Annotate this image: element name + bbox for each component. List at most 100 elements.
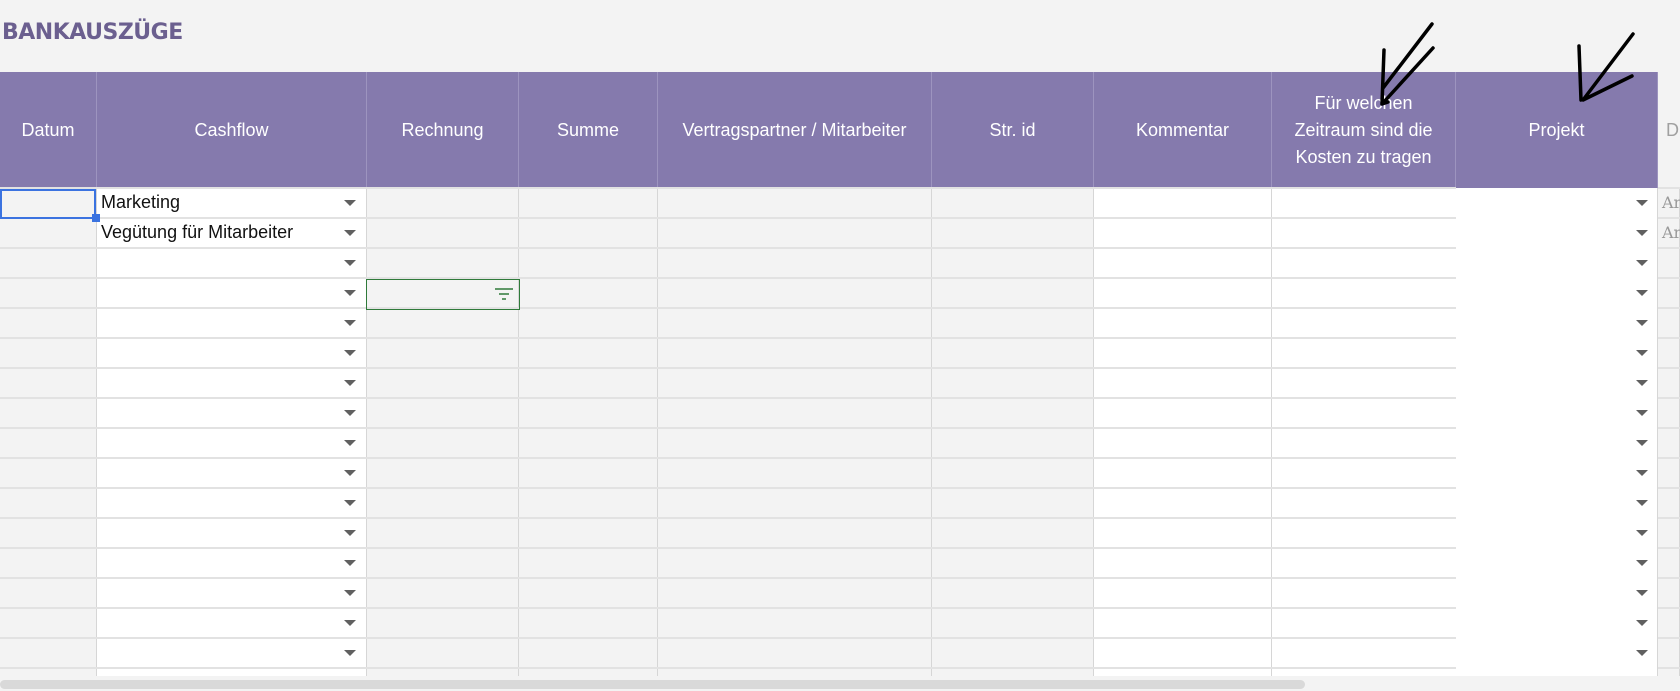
column-header-label: D [1666,119,1679,140]
row-divider [0,337,1456,339]
row-divider [0,397,1456,399]
column-header-label: Für welchen Zeitraum sind die Kosten zu … [1294,92,1433,167]
next-column-cell[interactable]: Ar [1662,223,1680,242]
row-divider [1658,517,1680,519]
column-header-label: Rechnung [401,119,484,140]
row-divider [0,607,1456,609]
chevron-down-icon[interactable] [344,560,356,566]
chevron-down-icon[interactable] [344,500,356,506]
chevron-down-icon[interactable] [344,440,356,446]
column-header-str-id[interactable]: Str. id [932,72,1094,188]
row-divider [1658,217,1680,219]
active-cell-selection[interactable] [0,189,96,219]
filter-icon[interactable] [494,287,514,301]
chevron-down-icon[interactable] [344,290,356,296]
chevron-down-icon[interactable] [344,200,356,206]
row-divider [0,367,1456,369]
cashflow-cell[interactable]: Vegütung für Mitarbeiter [101,222,293,243]
row-divider [1658,247,1680,249]
row-divider [1658,277,1680,279]
column-body-summe[interactable] [519,188,658,676]
column-header-label: Datum [21,119,75,140]
chevron-down-icon[interactable] [1636,530,1648,536]
row-divider [0,547,1456,549]
row-divider [0,517,1456,519]
row-divider [1658,397,1680,399]
column-header-rechnung[interactable]: Rechnung [367,72,519,188]
chevron-down-icon[interactable] [344,350,356,356]
chevron-down-icon[interactable] [344,380,356,386]
column-body-vertragspartner[interactable] [658,188,932,676]
spreadsheet-grid[interactable]: Datum Cashflow Rechnung Summe Vertragspartne… [0,72,1680,676]
column-header-summe[interactable]: Summe [519,72,658,188]
row-divider [1658,367,1680,369]
row-divider [0,577,1456,579]
chevron-down-icon[interactable] [1636,260,1648,266]
chevron-down-icon[interactable] [344,650,356,656]
column-body-kommentar[interactable] [1094,188,1272,676]
chevron-down-icon[interactable] [1636,350,1648,356]
row-divider [1658,607,1680,609]
row-divider [1658,307,1680,309]
column-header-vertragspartner[interactable]: Vertragspartner / Mitarbeiter [658,72,932,188]
column-body-datum[interactable] [0,188,97,676]
chevron-down-icon[interactable] [1636,590,1648,596]
column-body-rechnung[interactable] [367,188,519,676]
column-header-label: Vertragspartner / Mitarbeiter [682,119,907,140]
chevron-down-icon[interactable] [344,260,356,266]
column-header-cashflow[interactable]: Cashflow [97,72,367,188]
column-body-cashflow[interactable] [97,188,367,676]
row-divider [0,307,1456,309]
column-body-projekt[interactable] [1456,188,1658,676]
chevron-down-icon[interactable] [1636,650,1648,656]
column-header-kommentar[interactable]: Kommentar [1094,72,1272,188]
chevron-down-icon[interactable] [1636,560,1648,566]
row-divider [1658,547,1680,549]
chevron-down-icon[interactable] [1636,230,1648,236]
row-divider [0,277,1456,279]
column-body-zeitraum[interactable] [1272,188,1456,676]
row-divider [0,247,1456,249]
row-divider [1658,667,1680,669]
chevron-down-icon[interactable] [344,620,356,626]
column-header-zeitraum[interactable]: Für welchen Zeitraum sind die Kosten zu … [1272,72,1456,188]
chevron-down-icon[interactable] [1636,500,1648,506]
column-header-datum[interactable]: Datum [0,72,97,188]
column-body-str-id[interactable] [932,188,1094,676]
chevron-down-icon[interactable] [344,230,356,236]
chevron-down-icon[interactable] [1636,380,1648,386]
chevron-down-icon[interactable] [344,470,356,476]
chevron-down-icon[interactable] [344,530,356,536]
row-divider [1658,577,1680,579]
row-divider [0,667,1456,669]
fill-handle[interactable] [92,214,100,222]
column-header-label: Cashflow [194,119,269,140]
column-body-next[interactable] [1658,188,1680,676]
row-divider [1658,487,1680,489]
column-header-next[interactable]: D [1658,72,1680,188]
row-divider [1658,457,1680,459]
chevron-down-icon[interactable] [344,320,356,326]
chevron-down-icon[interactable] [344,590,356,596]
row-divider [1658,427,1680,429]
column-header-label: Projekt [1528,119,1585,140]
chevron-down-icon[interactable] [1636,620,1648,626]
row-divider [0,427,1456,429]
chevron-down-icon[interactable] [1636,200,1648,206]
column-header-label: Summe [556,119,619,140]
chevron-down-icon[interactable] [1636,470,1648,476]
column-header-label: Str. id [989,119,1036,140]
row-divider [0,217,1456,219]
chevron-down-icon[interactable] [1636,320,1648,326]
chevron-down-icon[interactable] [344,410,356,416]
chevron-down-icon[interactable] [1636,440,1648,446]
column-header-label: Kommentar [1135,119,1230,140]
row-divider [0,637,1456,639]
row-divider [1658,337,1680,339]
horizontal-scrollbar-thumb[interactable] [0,680,1305,689]
chevron-down-icon[interactable] [1636,410,1648,416]
chevron-down-icon[interactable] [1636,290,1648,296]
cashflow-cell[interactable]: Marketing [101,192,180,213]
next-column-cell[interactable]: Ar [1662,193,1680,212]
column-header-projekt[interactable]: Projekt [1456,72,1658,188]
